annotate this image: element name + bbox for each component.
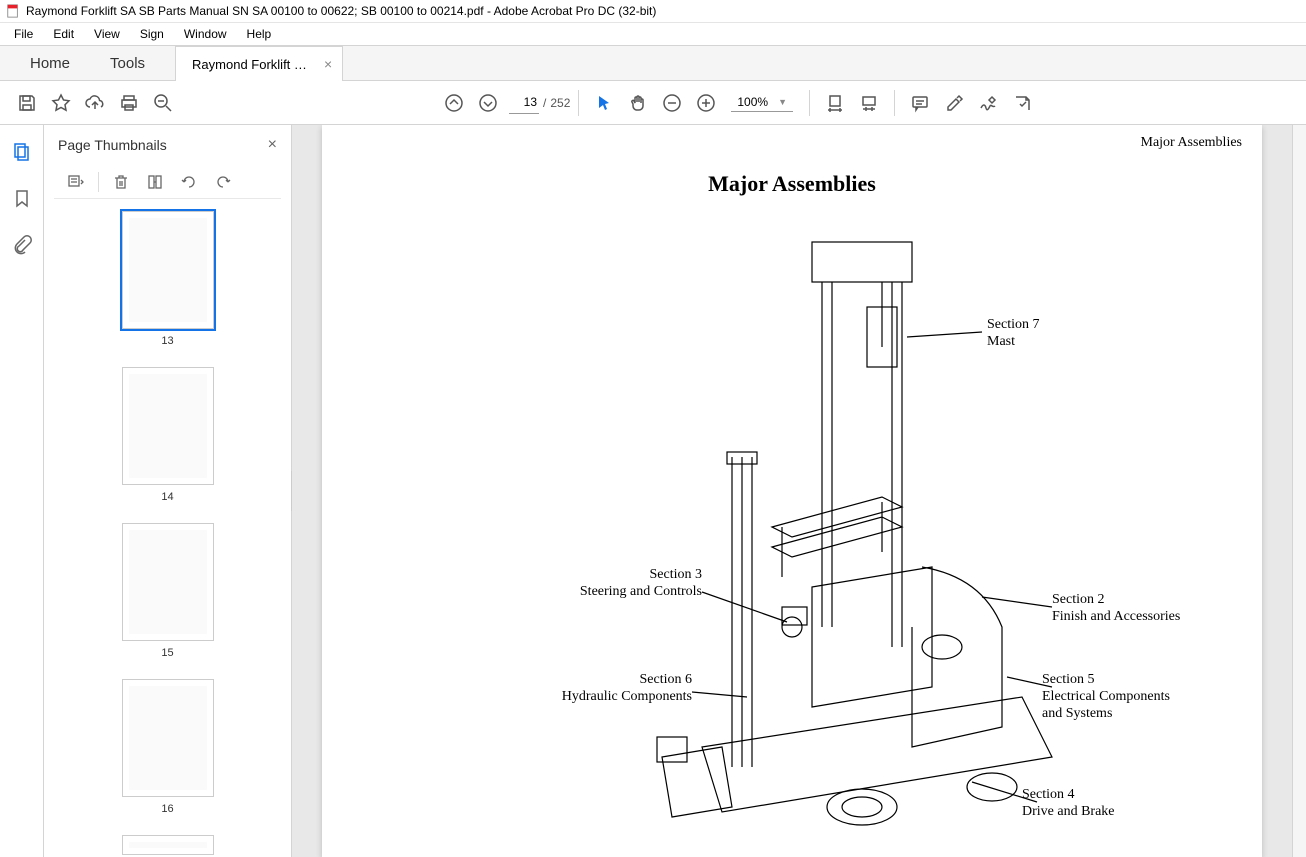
menu-view[interactable]: View	[84, 25, 130, 43]
zoom-in-icon[interactable]	[689, 86, 723, 120]
attachments-rail-icon[interactable]	[9, 231, 35, 257]
callout-section-7: Section 7 Mast	[987, 317, 1040, 351]
document-tab-label: Raymond Forklift S...	[192, 57, 312, 72]
zoom-value: 100%	[737, 95, 768, 109]
page-running-header: Major Assemblies	[1141, 135, 1243, 151]
scroll-mode-icon[interactable]	[852, 86, 886, 120]
thumbnail-16[interactable]: 16	[44, 679, 291, 815]
thumbnail-13[interactable]: 13	[44, 211, 291, 347]
thumbnail-15[interactable]: 15	[44, 523, 291, 659]
stamp-icon[interactable]	[1005, 86, 1039, 120]
thumbnail-next[interactable]	[44, 835, 291, 855]
chevron-down-icon: ▼	[778, 97, 787, 107]
thumbnails-title: Page Thumbnails	[58, 137, 167, 153]
zoom-out-magnifier-icon[interactable]	[146, 86, 180, 120]
print-icon[interactable]	[112, 86, 146, 120]
insert-page-icon[interactable]	[143, 170, 167, 194]
forklift-svg	[412, 227, 1172, 847]
right-tools-pane-collapsed[interactable]	[1292, 125, 1306, 857]
callout-section-4: Section 4 Drive and Brake	[1022, 787, 1115, 821]
delete-page-icon[interactable]	[109, 170, 133, 194]
page-main-title: Major Assemblies	[322, 171, 1262, 197]
tabbar: Home Tools Raymond Forklift S... ×	[0, 45, 1306, 81]
thumbnails-toolbar	[54, 165, 281, 199]
tab-home[interactable]: Home	[10, 47, 90, 80]
zoom-out-icon[interactable]	[655, 86, 689, 120]
window-title: Raymond Forklift SA SB Parts Manual SN S…	[26, 4, 656, 18]
callout-section-3: Section 3 Steering and Controls	[502, 567, 702, 601]
sign-icon[interactable]	[971, 86, 1005, 120]
callout-section-6: Section 6 Hydraulic Components	[492, 672, 692, 706]
menu-file[interactable]: File	[4, 25, 43, 43]
menu-help[interactable]: Help	[237, 25, 282, 43]
save-icon[interactable]	[10, 86, 44, 120]
page-up-icon[interactable]	[437, 86, 471, 120]
menu-window[interactable]: Window	[174, 25, 237, 43]
cloud-upload-icon[interactable]	[78, 86, 112, 120]
window-titlebar: Raymond Forklift SA SB Parts Manual SN S…	[0, 0, 1306, 23]
page-separator: /	[543, 96, 546, 110]
zoom-select[interactable]: 100% ▼	[731, 93, 793, 112]
rotate-cw-icon[interactable]	[211, 170, 235, 194]
document-view[interactable]: Major Assemblies Major Assemblies	[292, 125, 1292, 857]
close-thumbnails-icon[interactable]: ×	[268, 136, 277, 154]
thumbnails-panel: Page Thumbnails × 13	[44, 125, 292, 857]
forklift-diagram: Section 7 Mast Section 3 Steering and Co…	[412, 227, 1172, 847]
nav-rail	[0, 125, 44, 857]
hand-tool-icon[interactable]	[621, 86, 655, 120]
close-tab-icon[interactable]: ×	[324, 56, 332, 72]
callout-section-2: Section 2 Finish and Accessories	[1052, 592, 1180, 626]
rotate-ccw-icon[interactable]	[177, 170, 201, 194]
thumbnail-14[interactable]: 14	[44, 367, 291, 503]
fit-width-icon[interactable]	[818, 86, 852, 120]
thumb-options-icon[interactable]	[64, 170, 88, 194]
page-number-input[interactable]	[509, 92, 539, 114]
document-tab[interactable]: Raymond Forklift S... ×	[175, 46, 343, 81]
thumbnails-rail-icon[interactable]	[9, 139, 35, 165]
content-area: Page Thumbnails × 13	[0, 125, 1306, 857]
menu-sign[interactable]: Sign	[130, 25, 174, 43]
callout-section-5: Section 5 Electrical Components and Syst…	[1042, 672, 1170, 722]
bookmarks-rail-icon[interactable]	[9, 185, 35, 211]
star-icon[interactable]	[44, 86, 78, 120]
page-total: 252	[550, 96, 570, 110]
page-down-icon[interactable]	[471, 86, 505, 120]
thumbnails-header: Page Thumbnails ×	[44, 125, 291, 165]
thumbnails-list[interactable]: 13 14 15 16	[44, 199, 291, 857]
pdf-file-icon	[6, 4, 20, 18]
menu-edit[interactable]: Edit	[43, 25, 84, 43]
selection-arrow-icon[interactable]	[587, 86, 621, 120]
main-toolbar: / 252 100% ▼	[0, 81, 1306, 125]
comment-icon[interactable]	[903, 86, 937, 120]
highlight-icon[interactable]	[937, 86, 971, 120]
tab-tools[interactable]: Tools	[90, 47, 165, 80]
pdf-page: Major Assemblies Major Assemblies	[322, 125, 1262, 857]
menubar: File Edit View Sign Window Help	[0, 23, 1306, 45]
